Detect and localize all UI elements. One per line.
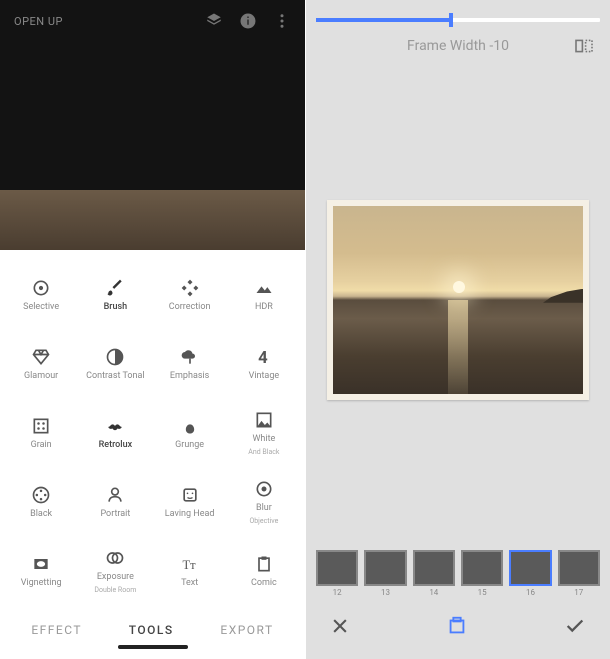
tools-grid: Selective Brush Correction HDR Glamour <box>0 250 305 609</box>
header-icons <box>205 12 291 30</box>
tool-grain[interactable]: Grain <box>4 398 78 467</box>
sunset-photo <box>333 206 583 394</box>
text-icon: Tт <box>179 553 201 575</box>
framed-image[interactable] <box>327 200 589 400</box>
frame-thumb-17[interactable]: 17 <box>558 550 600 597</box>
tool-comic[interactable]: Comic <box>227 536 301 605</box>
tool-white[interactable]: White And Black <box>227 398 301 467</box>
tools-screen: OPEN UP Selective <box>0 0 305 659</box>
editor-backdrop: OPEN UP <box>0 0 305 250</box>
tool-vignetting[interactable]: Vignetting <box>4 536 78 605</box>
brush-icon <box>104 277 126 299</box>
tool-grunge[interactable]: Grunge <box>153 398 227 467</box>
vignette-icon <box>30 553 52 575</box>
land <box>543 289 583 303</box>
frame-thumb-14[interactable]: 14 <box>413 550 455 597</box>
slider-label-row: Frame Width -10 <box>306 28 610 56</box>
tool-black[interactable]: Black <box>4 467 78 536</box>
slider-label: Frame Width -10 <box>407 38 509 54</box>
preview-area <box>306 56 610 544</box>
tool-portrait[interactable]: Portrait <box>78 467 152 536</box>
slider-area <box>306 0 610 28</box>
tab-effect[interactable]: EFFECT <box>31 623 82 637</box>
tool-hdr[interactable]: HDR <box>227 260 301 329</box>
tool-selective[interactable]: Selective <box>4 260 78 329</box>
slider-handle[interactable] <box>449 13 453 27</box>
clipboard-icon <box>253 553 275 575</box>
bandage-icon <box>179 277 201 299</box>
cancel-button[interactable] <box>330 616 350 636</box>
svg-text:Tт: Tт <box>182 558 196 572</box>
slider-fill <box>316 18 449 22</box>
tool-retrolux[interactable]: Retrolux <box>78 398 152 467</box>
frame-editor-screen: Frame Width -10 12 13 14 15 16 17 <box>305 0 610 659</box>
frame-strip: 12 13 14 15 16 17 <box>306 544 610 599</box>
more-icon[interactable] <box>273 12 291 30</box>
tab-tools[interactable]: TOOLS <box>129 623 174 637</box>
tool-brush[interactable]: Brush <box>78 260 152 329</box>
confirm-button[interactable] <box>564 615 586 637</box>
tab-export[interactable]: EXPORT <box>220 623 273 637</box>
image-icon <box>253 409 275 431</box>
diamond-icon <box>30 346 52 368</box>
frame-width-slider[interactable] <box>316 18 600 22</box>
reflection <box>448 300 468 394</box>
bottom-tabs: EFFECT TOOLS EXPORT <box>0 609 305 659</box>
blur-circle-icon <box>253 478 275 500</box>
sun <box>453 281 465 293</box>
tab-indicator <box>118 645 188 649</box>
cloud-icon <box>179 346 201 368</box>
open-title[interactable]: OPEN UP <box>14 15 63 28</box>
tool-glamour[interactable]: Glamour <box>4 329 78 398</box>
double-circle-icon <box>104 547 126 569</box>
compare-icon[interactable] <box>574 38 594 54</box>
header-bar: OPEN UP <box>0 0 305 42</box>
tools-panel: Selective Brush Correction HDR Glamour <box>0 250 305 659</box>
tool-contrast[interactable]: Contrast Tonal <box>78 329 152 398</box>
person-icon <box>104 484 126 506</box>
tool-text[interactable]: Tт Text <box>153 536 227 605</box>
tool-emphasis[interactable]: Emphasis <box>153 329 227 398</box>
image-preview-strip <box>0 190 305 250</box>
tool-correction[interactable]: Correction <box>153 260 227 329</box>
frame-mode-button[interactable] <box>446 615 468 637</box>
frame-thumb-12[interactable]: 12 <box>316 550 358 597</box>
number-4-icon: 4 <box>253 346 275 368</box>
tool-exposure[interactable]: Exposure Double Room <box>78 536 152 605</box>
bottom-actions <box>306 599 610 659</box>
frame-thumb-13[interactable]: 13 <box>364 550 406 597</box>
landscape-icon <box>253 277 275 299</box>
film-reel-icon <box>30 484 52 506</box>
tool-blur[interactable]: Blur Objective <box>227 467 301 536</box>
dice-icon <box>30 415 52 437</box>
guitar-icon <box>179 415 201 437</box>
tool-vintage[interactable]: 4 Vintage <box>227 329 301 398</box>
tool-lavinghead[interactable]: Laving Head <box>153 467 227 536</box>
svg-text:4: 4 <box>258 348 268 366</box>
mustache-icon <box>104 415 126 437</box>
target-icon <box>30 277 52 299</box>
layers-icon[interactable] <box>205 12 223 30</box>
contrast-icon <box>104 346 126 368</box>
frame-thumb-15[interactable]: 15 <box>461 550 503 597</box>
frame-thumb-16[interactable]: 16 <box>509 550 551 597</box>
face-icon <box>179 484 201 506</box>
info-icon[interactable] <box>239 12 257 30</box>
